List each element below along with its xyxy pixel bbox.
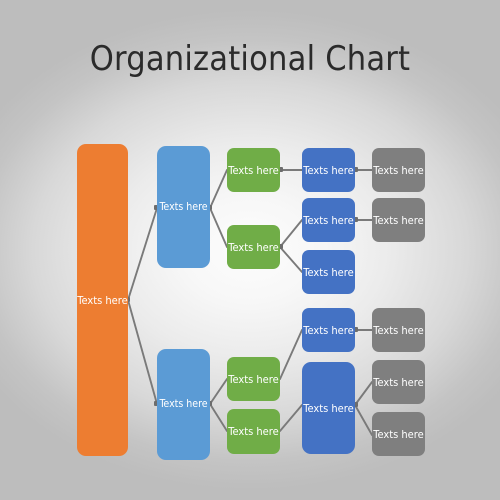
- connector-l1top-to-green1: [209, 169, 228, 209]
- org-node-green-2[interactable]: Texts here: [227, 225, 280, 269]
- connector-l1bottom-to-green3: [209, 378, 228, 405]
- org-node-green-3-label: Texts here: [228, 372, 279, 386]
- org-node-gray-4[interactable]: Texts here: [372, 360, 425, 404]
- org-node-root-label: Texts here: [77, 293, 128, 307]
- org-node-l1-top[interactable]: Texts here: [157, 146, 210, 268]
- org-node-blue-4-label: Texts here: [303, 323, 354, 337]
- org-node-blue-1-label: Texts here: [303, 163, 354, 177]
- connector-green3-to-blue4: [279, 329, 303, 380]
- page-title: Organizational Chart: [89, 39, 411, 79]
- org-node-gray-3[interactable]: Texts here: [372, 308, 425, 352]
- org-node-l1-bottom-label: Texts here: [159, 398, 208, 411]
- org-node-gray-4-label: Texts here: [373, 375, 424, 389]
- connector-green4-to-blue5: [279, 404, 303, 432]
- connector-green2-to-blue2: [279, 219, 303, 248]
- org-node-gray-1[interactable]: Texts here: [372, 148, 425, 192]
- connector-root-to-l1top: [127, 207, 158, 301]
- slide-canvas: Organizational Chart Texts here Texts he…: [0, 0, 500, 500]
- org-node-green-4[interactable]: Texts here: [227, 409, 280, 454]
- connector-root-to-l1bottom: [127, 299, 158, 405]
- org-node-blue-3-label: Texts here: [303, 265, 354, 279]
- org-node-blue-5-label: Texts here: [303, 401, 354, 415]
- connector-blue5-to-gray5: [354, 404, 373, 436]
- org-node-l1-top-label: Texts here: [159, 200, 208, 213]
- org-node-gray-2[interactable]: Texts here: [372, 198, 425, 242]
- org-node-gray-3-label: Texts here: [373, 323, 424, 337]
- connector-green2-to-blue3: [279, 246, 303, 273]
- org-node-blue-4[interactable]: Texts here: [302, 308, 355, 352]
- org-node-green-4-label: Texts here: [228, 425, 279, 438]
- org-node-green-3[interactable]: Texts here: [227, 357, 280, 401]
- org-node-green-1-label: Texts here: [228, 163, 279, 177]
- org-node-blue-5[interactable]: Texts here: [302, 362, 355, 454]
- org-node-blue-2-label: Texts here: [303, 213, 354, 227]
- connector-l1top-to-green2: [209, 207, 228, 248]
- org-node-gray-5-label: Texts here: [373, 427, 424, 441]
- connector-l1bottom-to-green4: [209, 403, 228, 432]
- org-node-green-1[interactable]: Texts here: [227, 148, 280, 192]
- org-node-gray-1-label: Texts here: [373, 163, 424, 177]
- org-node-root[interactable]: Texts here: [77, 144, 128, 456]
- org-node-gray-2-label: Texts here: [373, 213, 424, 227]
- org-node-blue-2[interactable]: Texts here: [302, 198, 355, 242]
- org-node-green-2-label: Texts here: [228, 240, 279, 254]
- org-node-blue-3[interactable]: Texts here: [302, 250, 355, 294]
- org-node-gray-5[interactable]: Texts here: [372, 412, 425, 456]
- org-node-blue-1[interactable]: Texts here: [302, 148, 355, 192]
- org-node-l1-bottom[interactable]: Texts here: [157, 349, 210, 460]
